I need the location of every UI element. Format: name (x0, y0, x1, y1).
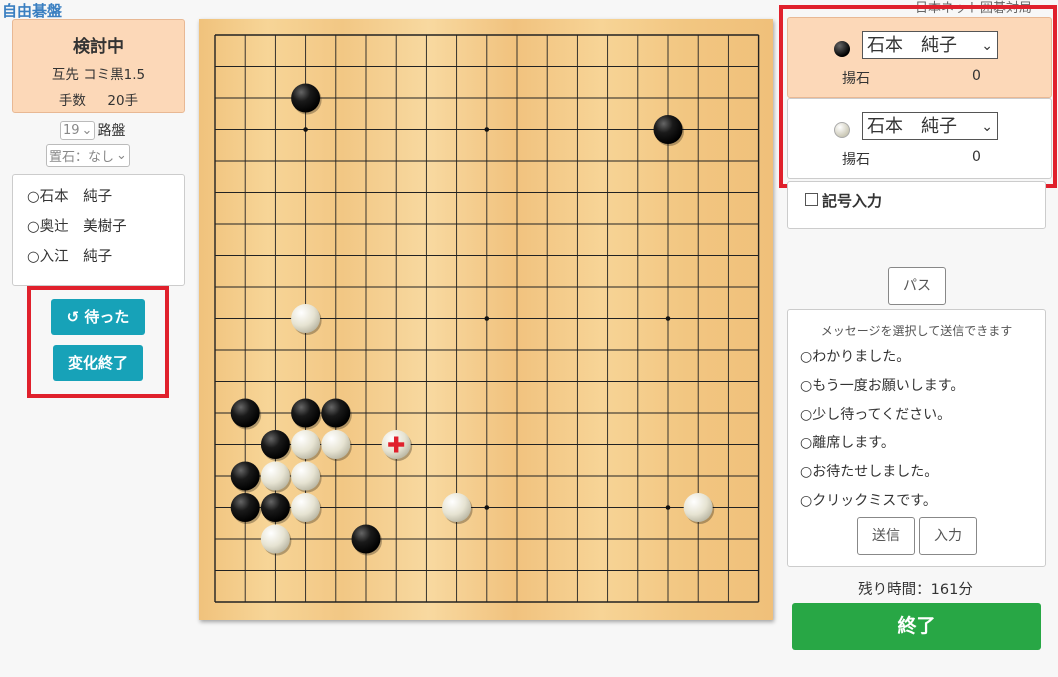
moves-value: 20手 (107, 93, 139, 109)
star-point (484, 505, 490, 510)
board-size-select[interactable]: 19 ⌄ (60, 120, 96, 140)
app-title: 自由碁盤 (2, 2, 63, 20)
white-stone (442, 493, 472, 522)
undo-button[interactable]: ↺ 待った (51, 299, 145, 335)
chevron-down-icon: ⌄ (81, 122, 93, 138)
message-option[interactable]: ○少し待ってください。 (800, 404, 951, 424)
rule-line: 互先 コミ黒1.5 (51, 67, 146, 83)
go-board-canvas[interactable] (199, 19, 773, 620)
white-stone (291, 304, 321, 333)
player-option[interactable]: ○石本 純子 (27, 182, 184, 212)
message-option[interactable]: ○クリックミスです。 (800, 490, 937, 510)
move-count-line: 手数 20手 (13, 89, 184, 109)
star-point (665, 316, 671, 321)
star-point (665, 505, 671, 510)
end-variation-button[interactable]: 変化終了 (53, 345, 143, 381)
handicap-row: 置石：なし ⌄ (46, 144, 130, 167)
white-player-card: 石本 純子 ⌄ 揚石 0 (787, 98, 1052, 179)
black-stone (230, 493, 260, 522)
moves-label: 手数 (58, 93, 86, 109)
black-captures-value: 0 (972, 68, 981, 84)
symbol-input-panel: 記号入力 (787, 181, 1046, 229)
white-stone (321, 430, 351, 459)
white-stone (291, 493, 321, 522)
last-move-marker (394, 436, 399, 453)
white-captures-label: 揚石 (842, 152, 870, 168)
white-player-select[interactable]: 石本 純子 ⌄ (862, 112, 998, 140)
black-stone (291, 83, 321, 113)
star-point (484, 316, 490, 321)
send-button[interactable]: 送信 (857, 517, 915, 555)
white-captures-value: 0 (972, 149, 981, 165)
star-point (484, 127, 490, 132)
white-stone (260, 524, 290, 554)
undo-label: 待った (84, 308, 130, 326)
player-option[interactable]: ○入江 純子 (27, 242, 184, 272)
black-player-card: 石本 純子 ⌄ 揚石 0 (787, 17, 1052, 98)
star-point (303, 127, 308, 132)
chevron-down-icon: ⌄ (981, 119, 993, 135)
chevron-down-icon: ⌄ (116, 148, 127, 163)
board-size-row: 19 ⌄ 路盤 (60, 120, 125, 140)
black-stone (351, 524, 381, 554)
status-title: 検討中 (73, 37, 124, 57)
go-board[interactable] (199, 19, 773, 620)
message-hint: メッセージを選択して送信できます (820, 324, 1013, 338)
player-option[interactable]: ○奥辻 美樹子 (27, 212, 184, 242)
white-stone (260, 461, 290, 491)
finish-button[interactable]: 終了 (792, 603, 1041, 650)
symbol-input-label[interactable]: 記号入力 (822, 190, 882, 211)
input-button[interactable]: 入力 (919, 517, 977, 555)
black-stone (230, 461, 260, 491)
white-stone (291, 430, 321, 459)
undo-icon: ↺ (66, 308, 80, 326)
message-option[interactable]: ○わかりました。 (800, 346, 910, 366)
handicap-value: 置石：なし (49, 150, 115, 165)
handicap-select[interactable]: 置石：なし ⌄ (46, 144, 130, 167)
black-stone (230, 398, 260, 428)
message-option[interactable]: ○もう一度お願いします。 (800, 375, 964, 395)
black-stone (653, 115, 683, 144)
message-option[interactable]: ○離席します。 (800, 432, 895, 452)
white-stone-icon (834, 122, 850, 138)
black-stone (260, 430, 290, 459)
black-stone (321, 398, 351, 428)
message-option[interactable]: ○お待たせしました。 (800, 461, 938, 481)
black-stone (260, 493, 290, 522)
time-remaining: 残り時間：161分 (858, 582, 973, 598)
white-stone (291, 461, 321, 491)
message-panel: メッセージを選択して送信できます ○わかりました。 ○もう一度お願いします。 ○… (787, 309, 1046, 567)
symbol-input-checkbox[interactable] (805, 193, 818, 206)
black-stone (291, 398, 321, 428)
pass-button[interactable]: パス (888, 267, 946, 305)
black-player-name: 石本 純子 (867, 35, 957, 56)
white-stone (683, 493, 713, 522)
board-size-suffix: 路盤 (97, 123, 126, 139)
black-captures-label: 揚石 (842, 71, 870, 87)
players-list: ○石本 純子 ○奥辻 美樹子 ○入江 純子 (12, 174, 185, 286)
black-stone-icon (834, 41, 850, 57)
chevron-down-icon: ⌄ (981, 38, 993, 54)
status-panel: 検討中 互先 コミ黒1.5 手数 20手 (12, 19, 185, 113)
white-player-name: 石本 純子 (867, 116, 957, 137)
black-player-select[interactable]: 石本 純子 ⌄ (862, 31, 998, 59)
board-size-value: 19 (63, 122, 80, 138)
